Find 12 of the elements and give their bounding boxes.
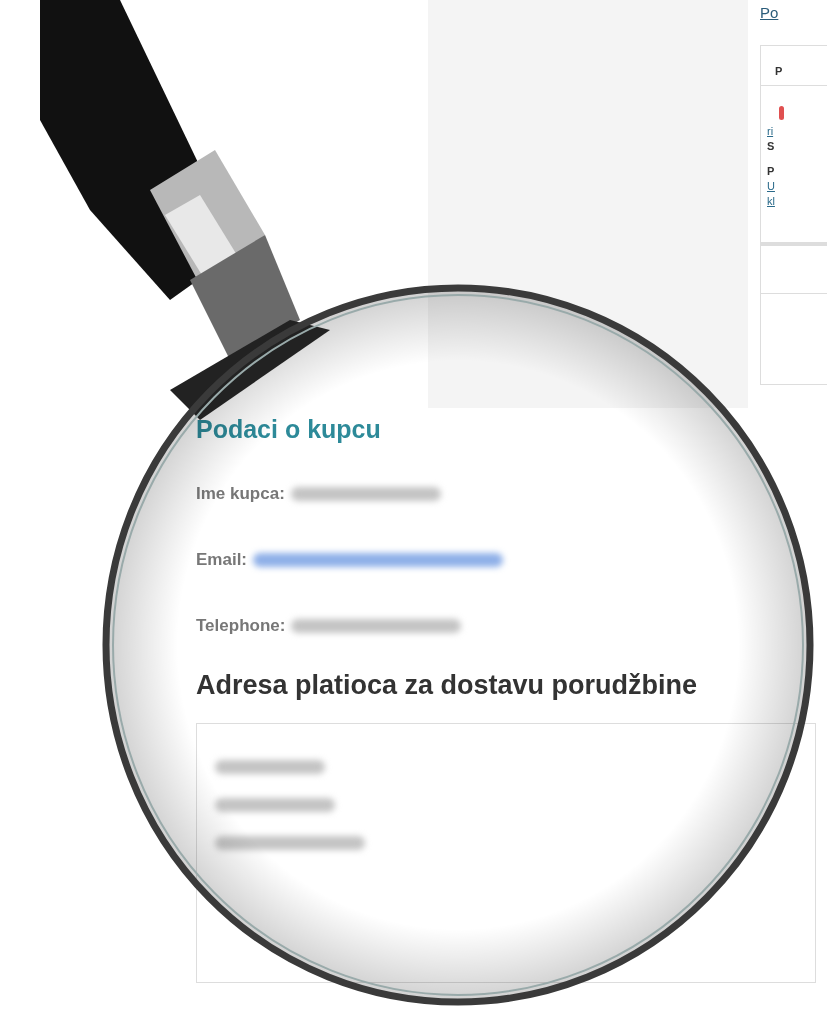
section-title: Podaci o kupcu [196, 414, 382, 445]
page-link[interactable]: Po [760, 2, 827, 25]
table-link[interactable]: kl [767, 193, 827, 209]
field-label: Telephone: [196, 615, 286, 638]
table-link[interactable]: U [767, 178, 827, 194]
table-header: P [775, 64, 783, 77]
section-title: Adresa platioca za dostavu porudžbine [196, 669, 699, 702]
field-label: Email: [196, 549, 248, 572]
table-link[interactable]: ri [767, 123, 827, 139]
table-text: S [767, 138, 776, 154]
table-text: P [767, 163, 776, 179]
field-label: Ime kupca: [196, 483, 285, 506]
